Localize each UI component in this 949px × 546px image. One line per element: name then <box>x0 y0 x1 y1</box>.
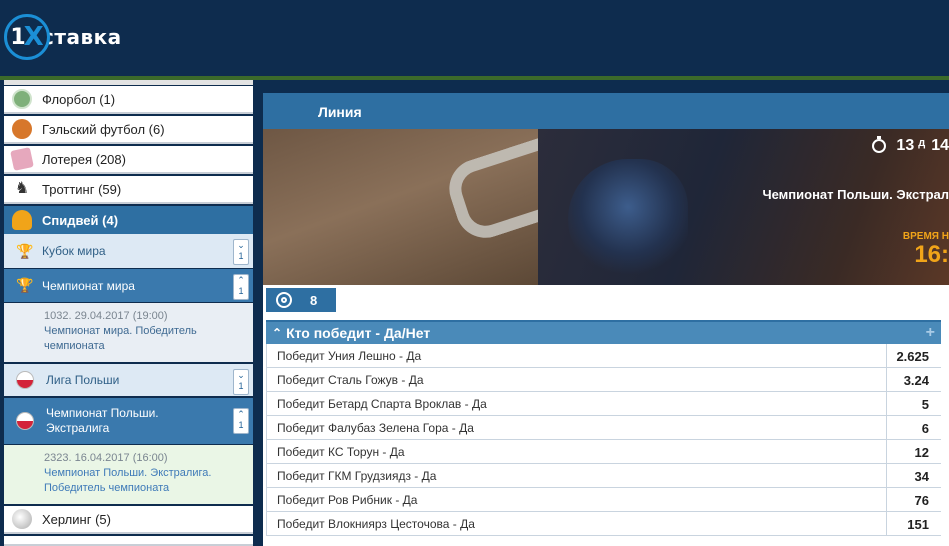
collapse-toggle[interactable]: ⌃ 1 <box>233 408 249 434</box>
bet-odd-button[interactable]: 151 <box>886 511 941 536</box>
sidebar-sub-world-cup[interactable]: 🏆 Кубок мира ⌄ 1 <box>4 234 253 268</box>
sidebar-item-label: Лотерея (208) <box>42 151 126 167</box>
sidebar-item-label: Херлинг (5) <box>42 511 111 527</box>
speedway-helmet-icon <box>12 210 32 230</box>
floorball-icon <box>12 89 32 109</box>
bet-odd-button[interactable]: 3.24 <box>886 367 941 392</box>
countdown-timer: 13 д 14 <box>872 136 949 155</box>
bet-row: Победит Бетард Спарта Вроклав - Да 5 <box>266 391 941 416</box>
bet-odd-button[interactable]: 12 <box>886 439 941 464</box>
sidebar-sub-label: Чемпионат Польши. Экстралига <box>46 406 159 435</box>
tab-all-markets[interactable]: 8 <box>266 288 336 312</box>
market-header[interactable]: ⌃ Кто победит - Да/Нет + <box>266 320 941 344</box>
bet-odd-button[interactable]: 34 <box>886 463 941 488</box>
event-detail-extraliga[interactable]: 2323. 16.04.2017 (16:00) Чемпионат Польш… <box>4 445 253 504</box>
bet-name: Победит Фалубаз Зелена Гора - Да <box>277 420 474 435</box>
bet-odd-button[interactable]: 5 <box>886 391 941 416</box>
bet-name: Победит Сталь Гожув - Да <box>277 372 424 387</box>
sidebar-sub-polish-extraliga[interactable]: Чемпионат Польши. Экстралига ⌃ 1 <box>4 398 253 444</box>
sidebar-item-lottery[interactable]: Лотерея (208) <box>4 146 253 174</box>
market-title: Кто победит - Да/Нет <box>286 325 431 341</box>
stopwatch-icon <box>872 136 887 153</box>
sidebar-sub-label: Чемпионат мира <box>42 278 135 293</box>
bet-list: Победит Уния Лешно - Да 2.625 Победит Стал… <box>266 343 941 536</box>
lottery-icon <box>10 147 34 171</box>
bet-name: Победит КС Торун - Да <box>277 444 405 459</box>
bet-odd-button[interactable]: 6 <box>886 415 941 440</box>
bet-name: Победит Влокниярз Цесточова - Да <box>277 516 475 531</box>
rider-silhouette <box>568 159 688 279</box>
bet-row: Победит Влокниярз Цесточова - Да 151 <box>266 511 941 536</box>
logo-text: ставка <box>42 25 122 49</box>
sidebar-item-label: Флорбол (1) <box>42 91 116 107</box>
event-banner[interactable]: 13 д 14 Чемпионат Польши. Экстрал ВРЕМЯ … <box>263 129 949 285</box>
trophy-icon: 🏆 <box>16 242 34 259</box>
trotting-horse-icon: ♞ <box>14 180 30 197</box>
chevron-up-icon: ⌃ <box>272 326 283 340</box>
sidebar-sub-polish-league[interactable]: Лига Польши ⌄ 1 <box>4 364 253 396</box>
bet-row: Победит КС Торун - Да 12 <box>266 439 941 464</box>
sidebar-item-floorball[interactable]: Флорбол (1) <box>4 86 253 114</box>
bet-name: Победит Бетард Спарта Вроклав - Да <box>277 396 487 411</box>
poland-flag-icon <box>16 412 34 430</box>
gaelic-football-icon <box>12 119 32 139</box>
sidebar-item-label: Троттинг (59) <box>42 181 122 197</box>
sidebar-top-edge <box>4 80 253 85</box>
bet-odd-button[interactable]: 2.625 <box>886 343 941 368</box>
sidebar-item-label: Гэльский футбол (6) <box>42 121 165 137</box>
bet-row: Победит Ров Рибник - Да 76 <box>266 487 941 512</box>
bet-name: Победит ГКМ Грудзиядз - Да <box>277 468 437 483</box>
banner-time-value: 16: <box>914 241 949 268</box>
sidebar-sub-label: Кубок мира <box>42 244 106 258</box>
expand-toggle[interactable]: ⌄ 1 <box>233 239 249 265</box>
target-icon <box>276 292 292 308</box>
sidebar-item-partial[interactable] <box>4 536 253 546</box>
main-content: Линия 13 д 14 Чемпионат Польши. Экстрал … <box>263 93 949 546</box>
event-title: Чемпионат Польши. Экстралига. Победитель… <box>44 467 212 494</box>
tab-count: 8 <box>310 292 318 308</box>
bet-row: Победит Фалубаз Зелена Гора - Да 6 <box>266 415 941 440</box>
sidebar-sub-world-championship[interactable]: 🏆 Чемпионат мира ⌃ 1 <box>4 269 253 302</box>
hurling-icon <box>12 509 32 529</box>
section-title: Линия <box>263 93 949 129</box>
event-detail-world[interactable]: 1032. 29.04.2017 (19:00) Чемпионат мира.… <box>4 303 253 362</box>
banner-rider-image: 13 д 14 Чемпионат Польши. Экстрал ВРЕМЯ … <box>538 129 949 285</box>
event-meta: 2323. 16.04.2017 (16:00) <box>44 452 168 464</box>
event-meta: 1032. 29.04.2017 (19:00) <box>44 310 168 322</box>
bet-name: Победит Уния Лешно - Да <box>277 348 422 363</box>
sidebar-item-label: Спидвей (4) <box>42 212 119 228</box>
banner-track-image <box>263 129 581 285</box>
event-title: Чемпионат мира. Победитель чемпионата <box>44 325 197 352</box>
countdown-days: 13 <box>896 137 915 154</box>
bet-row: Победит ГКМ Грудзиядз - Да 34 <box>266 463 941 488</box>
logo[interactable]: 1X ставка <box>4 12 122 62</box>
plus-icon[interactable]: + <box>926 324 935 342</box>
market-who-wins: ⌃ Кто победит - Да/Нет + Победит Уния Ле… <box>266 320 941 536</box>
sidebar-item-trotting[interactable]: ♞ Троттинг (59) <box>4 176 253 204</box>
logo-emblem: 1X <box>4 14 50 60</box>
collapse-toggle[interactable]: ⌃ 1 <box>233 274 249 300</box>
bet-row: Победит Сталь Гожув - Да 3.24 <box>266 367 941 392</box>
poland-flag-icon <box>16 371 34 389</box>
expand-toggle[interactable]: ⌄ 1 <box>233 369 249 395</box>
sidebar: Флорбол (1) Гэльский футбол (6) Лотерея … <box>0 80 260 546</box>
site-header: 1X ставка <box>0 0 949 76</box>
trophy-icon: 🏆 <box>16 277 34 293</box>
bet-row: Победит Уния Лешно - Да 2.625 <box>266 343 941 368</box>
countdown-days-label: д <box>918 137 926 149</box>
sidebar-item-speedway[interactable]: Спидвей (4) <box>4 206 253 234</box>
sidebar-item-hurling[interactable]: Херлинг (5) <box>4 506 253 534</box>
sidebar-item-gaelic-football[interactable]: Гэльский футбол (6) <box>4 116 253 144</box>
sidebar-sub-label: Лига Польши <box>46 373 120 387</box>
countdown-hours: 14 <box>931 137 949 154</box>
banner-championship: Чемпионат Польши. Экстрал <box>762 187 949 202</box>
bet-name: Победит Ров Рибник - Да <box>277 492 418 507</box>
bet-odd-button[interactable]: 76 <box>886 487 941 512</box>
